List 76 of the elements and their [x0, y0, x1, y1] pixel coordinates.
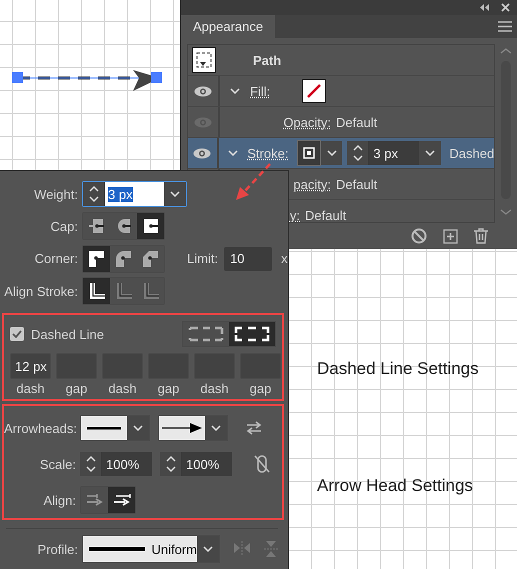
cap-button[interactable]: [110, 213, 137, 240]
close-icon[interactable]: [501, 3, 510, 12]
dash-field[interactable]: [240, 353, 281, 380]
expand-icon: [228, 150, 238, 156]
checkbox[interactable]: [10, 327, 24, 342]
annotation-text: Dashed Line Settings: [317, 359, 479, 379]
opacity-label[interactable]: y:: [290, 208, 300, 222]
stroke-row[interactable]: Stroke: 3 px Dashed: [188, 138, 494, 170]
dash-caption: gap: [156, 381, 180, 396]
arrow-align-button[interactable]: [108, 487, 135, 514]
swap-icon[interactable]: [246, 421, 262, 436]
menu-icon[interactable]: [498, 21, 512, 32]
corner-button[interactable]: [83, 246, 110, 272]
spinner-button[interactable]: [80, 452, 102, 476]
spinner-button[interactable]: [347, 141, 370, 166]
object-name: Path: [253, 52, 282, 68]
caret-icon: [425, 150, 436, 156]
expand-icon: [230, 88, 240, 94]
dashes-icon: [234, 325, 270, 344]
stroke-label[interactable]: Stroke:: [247, 146, 288, 161]
align-stroke-label: Align Stroke:: [3, 284, 78, 299]
opacity-label[interactable]: pacity:: [293, 176, 331, 192]
clear-icon[interactable]: [411, 228, 427, 244]
fill-label[interactable]: Fill:: [250, 84, 270, 99]
check-icon: [12, 330, 22, 338]
up-down-icon: [164, 455, 176, 474]
none-swatch-icon: [306, 83, 322, 100]
limit-field[interactable]: 10: [224, 246, 272, 271]
limit-label: Limit:: [187, 251, 218, 266]
unlink-icon[interactable]: [254, 454, 270, 474]
panel-tab[interactable]: Appearance: [181, 15, 276, 38]
cap-label: Cap:: [50, 218, 78, 234]
dash-caption: dash: [15, 381, 46, 396]
eye-icon[interactable]: [194, 86, 212, 97]
caret-icon: [326, 150, 337, 156]
dash-mode-button[interactable]: [229, 322, 275, 346]
stroke-swatch-icon: [303, 147, 316, 160]
opacity-value: Default: [336, 176, 378, 192]
dash-caption: dash: [107, 381, 138, 396]
stroke-swatch[interactable]: [297, 140, 322, 166]
dash-caption: gap: [248, 381, 272, 396]
spinner-button[interactable]: [160, 452, 182, 476]
dash-field[interactable]: 12 px: [10, 353, 51, 380]
swatch-dropdown[interactable]: [321, 141, 342, 166]
arrowheads-label: Arrowheads:: [4, 420, 76, 436]
scale-field[interactable]: 100%: [102, 452, 152, 476]
up-down-icon: [84, 455, 96, 474]
collapse-icon[interactable]: [480, 4, 489, 12]
cap-button[interactable]: [137, 213, 164, 240]
arrow-align-icon: [112, 492, 132, 508]
add-icon[interactable]: [443, 228, 458, 244]
checkbox-label[interactable]: Dashed Line: [31, 326, 104, 342]
dashes-icon: [188, 325, 224, 344]
eye-icon[interactable]: [193, 148, 212, 159]
scale-label: Scale:: [38, 456, 76, 472]
profile-label: Profile:: [36, 542, 78, 557]
limit-unit: x: [281, 251, 288, 266]
dashed-square-icon: [195, 51, 213, 70]
arrow-align-icon: [84, 492, 104, 508]
cap-button[interactable]: [83, 213, 110, 240]
trash-icon[interactable]: [474, 228, 488, 244]
dash-caption: dash: [199, 381, 230, 396]
stroke-type: Dashed: [449, 146, 494, 161]
opacity-value: Default: [336, 114, 378, 130]
opacity-label[interactable]: Opacity:: [283, 114, 331, 130]
scale-field[interactable]: 100%: [182, 452, 232, 476]
fill-swatch[interactable]: [302, 79, 326, 104]
dash-caption: gap: [64, 381, 88, 396]
weight-label: Weight:: [33, 186, 78, 202]
weight-field[interactable]: 3 px: [369, 141, 420, 166]
opacity-value: Default: [305, 208, 346, 222]
align-stroke-button[interactable]: [83, 278, 110, 304]
corner-label: Corner:: [34, 251, 78, 266]
align-label: Align:: [42, 492, 76, 508]
annotation-text: Arrow Head Settings: [317, 476, 473, 496]
up-down-icon: [352, 144, 364, 162]
